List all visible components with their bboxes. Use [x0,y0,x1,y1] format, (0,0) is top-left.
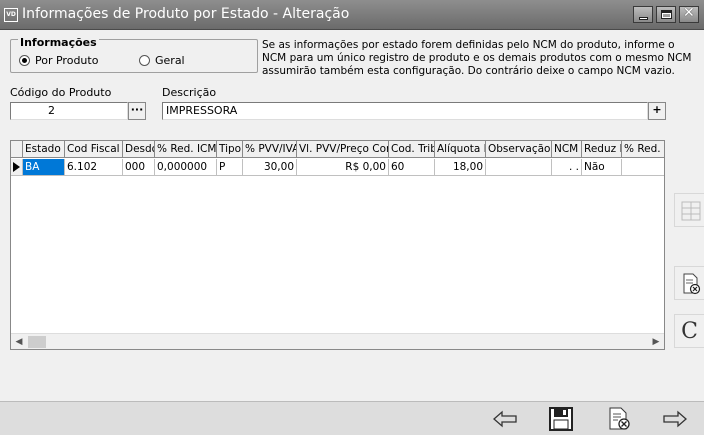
arrow-right-icon [663,410,687,428]
cell-estado[interactable]: BA [23,159,65,176]
radio-geral[interactable]: Geral [139,53,185,67]
minimize-icon [639,17,648,20]
maximize-button[interactable] [656,6,676,23]
scroll-right-icon[interactable]: ▶ [649,335,663,349]
radio-dot-unchecked[interactable] [139,54,150,66]
cell-observacao[interactable] [486,159,552,176]
row-indicator [11,159,23,176]
radio-dot-checked[interactable] [19,54,30,66]
grid-header: Estado Cod Fiscal Desdo % Red. ICM Tipo … [11,141,664,158]
column-header[interactable]: Alíquota Ir [435,141,486,158]
app-icon: VD [4,8,18,22]
title-bar[interactable]: VD Informações de Produto por Estado - A… [0,0,704,30]
cell-ncm[interactable]: . . [552,159,582,176]
window-title: Informações de Produto por Estado - Alte… [22,6,350,22]
minimize-button[interactable] [633,6,653,23]
cell-aliquota[interactable]: 18,00 [435,159,486,176]
horizontal-scrollbar[interactable]: ◀ ▶ [11,333,664,349]
delete-row-button[interactable] [674,266,704,300]
next-button[interactable] [660,405,690,433]
column-header[interactable]: % Red. ICM [155,141,217,158]
bottom-toolbar [0,401,704,435]
codigo-lookup-button[interactable]: ··· [128,102,146,120]
floppy-disk-icon [549,407,573,431]
column-header[interactable]: % Red. [622,141,664,158]
column-header[interactable]: % PVV/IVA [243,141,297,158]
column-header[interactable]: Cod. Trib [389,141,435,158]
column-header[interactable]: Vl. PVV/Preço Cons [297,141,389,158]
column-header[interactable]: Observação [486,141,552,158]
clear-button[interactable]: C [674,314,704,348]
cell-tipo[interactable]: P [217,159,243,176]
state-info-grid[interactable]: Estado Cod Fiscal Desdo % Red. ICM Tipo … [10,140,665,350]
ncm-info-text: Se as informações por estado forem defin… [262,39,692,77]
product-state-window: VD Informações de Produto por Estado - A… [0,0,704,435]
grid-corner [11,141,23,158]
codigo-produto-input[interactable]: 2 [10,102,128,120]
cell-pvv-iva[interactable]: 30,00 [243,159,297,176]
column-header[interactable]: Cod Fiscal [65,141,123,158]
column-header[interactable]: Reduz B [582,141,622,158]
arrow-left-icon [493,410,517,428]
radio-label-geral: Geral [155,53,185,67]
column-header[interactable]: Estado [23,141,65,158]
save-button[interactable] [546,405,576,433]
cancel-document-button[interactable] [604,405,634,433]
table-row[interactable]: BA 6.102 000 0,000000 P 30,00 R$ 0,00 60… [11,159,664,176]
scroll-left-icon[interactable]: ◀ [12,335,26,349]
row-pointer-icon [13,162,20,172]
column-header[interactable]: Tipo [217,141,243,158]
close-button[interactable]: ✕ [679,5,699,23]
info-group-title: Informações [18,36,99,49]
codigo-produto-label: Código do Produto [10,86,112,99]
maximize-icon [661,10,672,19]
cell-red[interactable] [622,159,664,176]
cell-cod-fiscal[interactable]: 6.102 [65,159,123,176]
descricao-label: Descrição [162,86,217,99]
delete-document-icon [683,273,701,295]
cell-preco-cons[interactable]: R$ 0,00 [297,159,389,176]
cell-desdo[interactable]: 000 [123,159,155,176]
radio-label-por-produto: Por Produto [35,53,99,67]
close-icon: ✕ [683,5,695,21]
descricao-expand-button[interactable]: + [648,102,666,120]
column-header[interactable]: NCM [552,141,582,158]
info-group: Informações Por Produto Geral [10,36,258,73]
scroll-thumb[interactable] [28,336,46,348]
previous-button[interactable] [490,405,520,433]
grid-insert-icon [681,201,701,221]
descricao-input[interactable]: IMPRESSORA [162,102,648,120]
insert-row-button[interactable] [674,193,704,227]
column-header[interactable]: Desdo [123,141,155,158]
cancel-document-icon [609,407,630,430]
cell-cod-trib[interactable]: 60 [389,159,435,176]
cell-reduz-b[interactable]: Não [582,159,622,176]
radio-por-produto[interactable]: Por Produto [19,53,98,67]
cell-red-icm[interactable]: 0,000000 [155,159,217,176]
